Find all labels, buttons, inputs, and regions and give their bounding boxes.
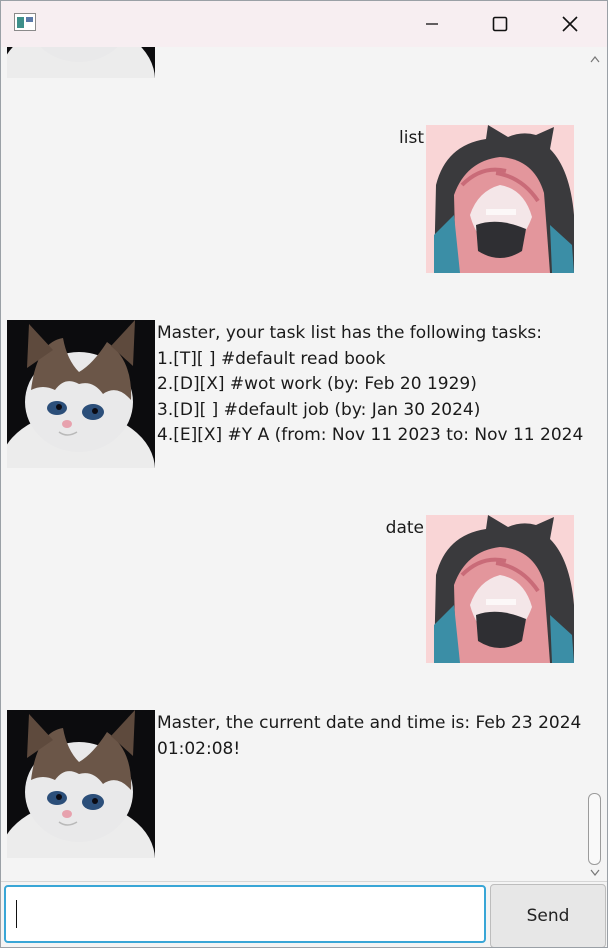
vertical-scrollbar[interactable] <box>583 47 607 881</box>
scroll-up-icon[interactable] <box>590 55 600 65</box>
maximize-button[interactable] <box>477 1 523 47</box>
scroll-down-icon[interactable] <box>590 867 600 877</box>
title-bar <box>1 1 607 47</box>
user-avatar-anime <box>426 125 574 273</box>
user-message-text: list <box>399 128 424 148</box>
maximize-icon <box>492 16 508 32</box>
app-window-icon <box>14 13 36 31</box>
chat-scroll-area[interactable]: list Master, your task list has the foll… <box>1 47 583 881</box>
user-message-text: date <box>385 518 424 538</box>
minimize-button[interactable] <box>409 1 455 47</box>
bot-message-line: 01:02:08! <box>157 738 241 759</box>
task-item: 3.[D][ ] #default job (by: Jan 30 2024) <box>157 399 481 420</box>
bot-message: Master, the current date and time is: Fe… <box>157 711 581 762</box>
task-item: 4.[E][X] #Y A (from: Nov 11 2023 to: Nov… <box>157 425 583 445</box>
bot-avatar-cat <box>7 710 155 858</box>
bot-message-line: Master, the current date and time is: Fe… <box>157 713 582 733</box>
user-avatar-anime <box>426 515 574 663</box>
scrollbar-thumb[interactable] <box>588 793 601 865</box>
send-button[interactable]: Send <box>490 884 606 947</box>
message-input[interactable] <box>4 885 486 943</box>
input-bar: Send <box>1 881 607 947</box>
task-item: 1.[T][ ] #default read book <box>157 348 386 369</box>
bot-avatar-cat <box>7 320 155 468</box>
close-button[interactable] <box>547 1 593 47</box>
close-icon <box>562 16 578 32</box>
app-window: list Master, your task list has the foll… <box>0 0 608 948</box>
bot-message-line: Master, your task list has the following… <box>157 323 543 343</box>
task-item: 2.[D][X] #wot work (by: Feb 20 1929) <box>157 374 477 394</box>
bot-message: Master, your task list has the following… <box>157 321 583 449</box>
text-caret <box>16 900 17 928</box>
bot-avatar-cat <box>7 47 155 78</box>
minimize-icon <box>426 23 438 25</box>
